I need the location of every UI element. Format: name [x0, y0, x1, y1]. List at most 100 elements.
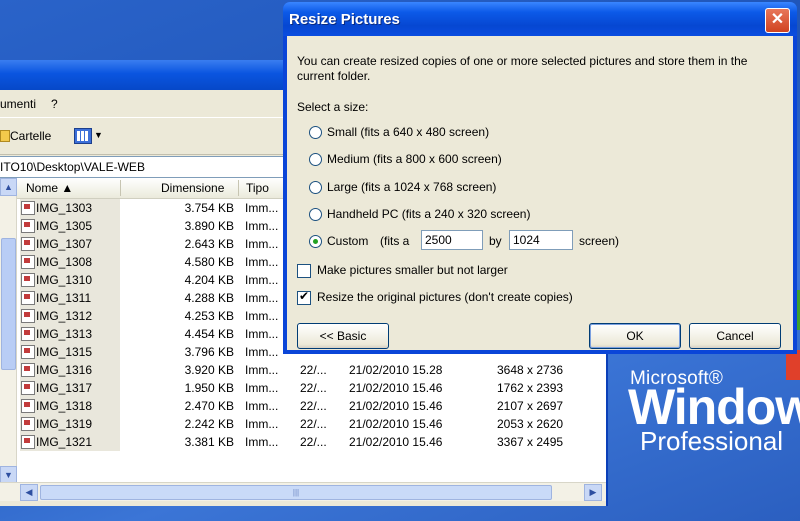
file-type: Imm... — [245, 363, 279, 377]
resize-pictures-dialog: Resize Pictures ✕ You can create resized… — [283, 2, 797, 354]
close-icon[interactable]: ✕ — [765, 8, 790, 33]
file-size: 2.470 KB — [184, 399, 234, 413]
column-separator[interactable] — [120, 180, 121, 196]
checkbox-smaller-only-box[interactable] — [297, 264, 311, 278]
custom-by-text: by — [489, 234, 502, 248]
file-name: IMG_1315 — [36, 345, 93, 359]
scroll-up-icon[interactable]: ▲ — [0, 178, 17, 196]
file-name: IMG_1321 — [36, 435, 93, 449]
file-type: Imm... — [245, 291, 279, 305]
file-type: Imm... — [245, 219, 279, 233]
watermark-professional: Professional — [640, 426, 784, 456]
file-size: 3.796 KB — [184, 345, 234, 359]
radio-large[interactable] — [309, 181, 322, 194]
image-file-icon — [21, 417, 35, 431]
windows-logo-red-part — [786, 350, 800, 380]
dialog-body: You can create resized copies of one or … — [287, 36, 793, 350]
file-date-taken: 21/02/2010 15.46 — [349, 417, 443, 431]
file-size: 2.242 KB — [184, 417, 234, 431]
file-size: 1.950 KB — [184, 381, 234, 395]
option-medium-label: Medium (fits a 800 x 600 screen) — [327, 152, 502, 166]
checkbox-resize-original-box[interactable] — [297, 289, 311, 305]
custom-width-input[interactable]: 2500 — [421, 230, 483, 250]
file-date-modified: 22/... — [300, 399, 327, 413]
file-name: IMG_1313 — [36, 327, 93, 341]
file-type: Imm... — [245, 201, 279, 215]
column-header-name[interactable]: Nome ▲ — [26, 181, 73, 195]
option-handheld-label: Handheld PC (fits a 240 x 320 screen) — [327, 207, 531, 221]
dialog-title-bar[interactable]: Resize Pictures ✕ — [283, 2, 797, 36]
option-small-label: Small (fits a 640 x 480 screen) — [327, 125, 490, 139]
image-file-icon — [21, 273, 35, 287]
file-dimensions: 2107 x 2697 — [497, 399, 564, 413]
file-type: Imm... — [245, 435, 279, 449]
image-file-icon — [21, 363, 35, 377]
file-size: 2.643 KB — [184, 237, 234, 251]
scroll-left-icon[interactable]: ◀ — [20, 484, 38, 501]
horizontal-scroll-thumb[interactable]: ||| — [40, 485, 552, 500]
file-date-taken: 21/02/2010 15.46 — [349, 381, 443, 395]
dialog-description: You can create resized copies of one or … — [297, 54, 748, 83]
menu-item-strumenti[interactable]: umenti — [0, 97, 36, 111]
radio-small[interactable] — [309, 126, 322, 139]
column-header-type[interactable]: Tipo — [246, 181, 269, 195]
file-name: IMG_1312 — [36, 309, 93, 323]
file-type: Imm... — [245, 309, 279, 323]
image-file-icon — [21, 327, 35, 341]
file-dimensions: 3367 x 2495 — [497, 435, 564, 449]
column-separator[interactable] — [238, 180, 239, 196]
file-name: IMG_1308 — [36, 255, 93, 269]
file-size: 3.381 KB — [184, 435, 234, 449]
file-name: IMG_1317 — [36, 381, 93, 395]
custom-height-input[interactable]: 1024 — [509, 230, 573, 250]
file-size: 3.920 KB — [184, 363, 234, 377]
file-size: 4.454 KB — [184, 327, 234, 341]
file-size: 4.288 KB — [184, 291, 234, 305]
image-file-icon — [21, 309, 35, 323]
radio-medium[interactable] — [309, 153, 322, 166]
select-size-label: Select a size: — [297, 100, 369, 114]
file-row[interactable]: IMG_1318 2.470 KB Imm... 22/... 21/02/2010 1… — [0, 397, 606, 415]
file-name: IMG_1319 — [36, 417, 93, 431]
file-type: Imm... — [245, 255, 279, 269]
file-date-taken: 21/02/2010 15.46 — [349, 399, 443, 413]
file-type: Imm... — [245, 417, 279, 431]
file-size: 4.253 KB — [184, 309, 234, 323]
basic-button[interactable]: << Basic — [297, 323, 389, 349]
file-type: Imm... — [245, 399, 279, 413]
file-type: Imm... — [245, 381, 279, 395]
file-size: 3.754 KB — [184, 201, 234, 215]
file-date-modified: 22/... — [300, 435, 327, 449]
image-file-icon — [21, 219, 35, 233]
menu-item-help[interactable]: ? — [51, 97, 58, 111]
column-header-size[interactable]: Dimensione — [161, 181, 224, 195]
file-type: Imm... — [245, 273, 279, 287]
file-name: IMG_1307 — [36, 237, 93, 251]
file-name: IMG_1311 — [36, 291, 92, 305]
file-row[interactable]: IMG_1319 2.242 KB Imm... 22/... 21/02/2010 1… — [0, 415, 606, 433]
file-date-taken: 21/02/2010 15.46 — [349, 435, 443, 449]
views-button[interactable]: ▼ — [72, 126, 104, 146]
option-custom-label: Custom — [327, 234, 369, 248]
image-file-icon — [21, 399, 35, 413]
option-custom[interactable]: Custom (fits a 2500 by 1024 screen) — [309, 230, 789, 252]
image-file-icon — [21, 237, 35, 251]
scroll-right-icon[interactable]: ▶ — [584, 484, 602, 501]
image-file-icon — [21, 255, 35, 269]
horizontal-scrollbar[interactable]: ◀ ||| ▶ — [0, 482, 606, 501]
file-row[interactable]: IMG_1317 1.950 KB Imm... 22/... 21/02/2010 1… — [0, 379, 606, 397]
ok-button[interactable]: OK — [589, 323, 681, 349]
file-row[interactable]: IMG_1316 3.920 KB Imm... 22/... 21/02/2010 1… — [0, 361, 606, 379]
views-grid-icon — [74, 128, 92, 144]
folder-icon — [0, 130, 10, 142]
image-file-icon — [21, 291, 35, 305]
file-type: Imm... — [245, 237, 279, 251]
file-size: 4.204 KB — [184, 273, 234, 287]
file-row[interactable]: IMG_1321 3.381 KB Imm... 22/... 21/02/2010 1… — [0, 433, 606, 451]
radio-custom[interactable] — [309, 235, 322, 248]
radio-handheld[interactable] — [309, 208, 322, 221]
checkbox-smaller-only-label: Make pictures smaller but not larger — [317, 263, 508, 277]
cancel-button[interactable]: Cancel — [689, 323, 781, 349]
file-dimensions: 1762 x 2393 — [497, 381, 564, 395]
folders-button[interactable]: Cartelle — [10, 129, 51, 143]
